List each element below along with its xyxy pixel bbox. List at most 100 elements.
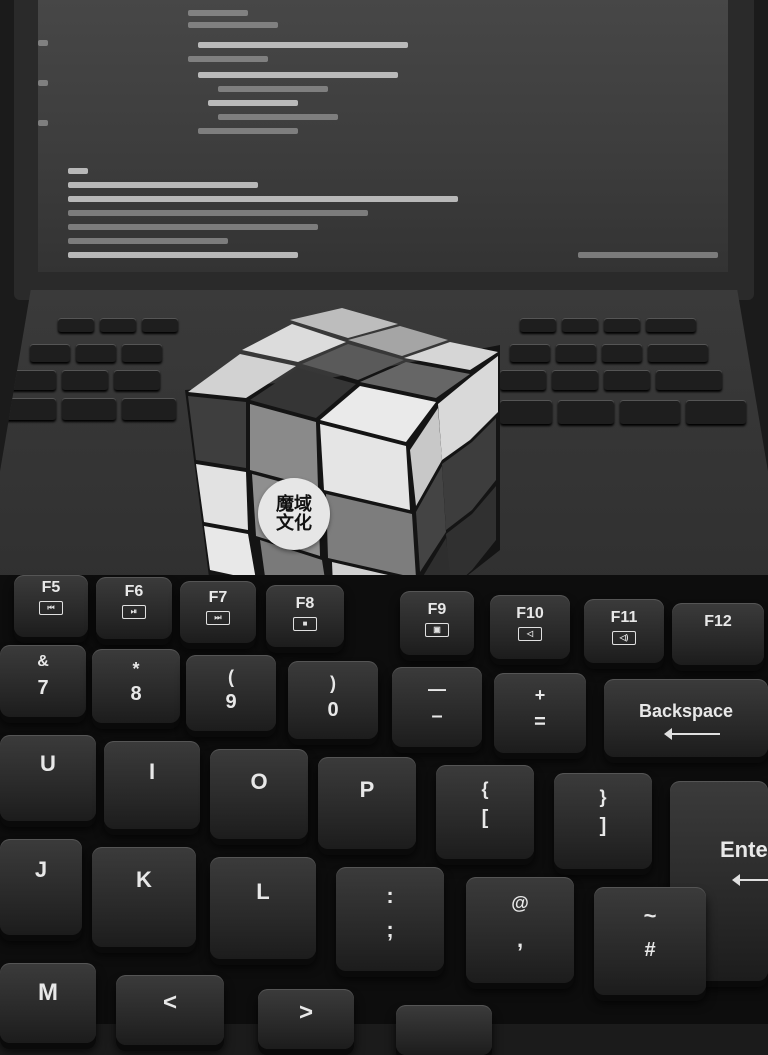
key-p[interactable]: P xyxy=(318,757,416,849)
code-line xyxy=(188,10,248,16)
key-f12-label: F12 xyxy=(704,613,732,630)
code-line xyxy=(38,80,48,86)
laptop-key xyxy=(556,344,596,362)
key-right-bracket-shift: } xyxy=(599,787,607,807)
photo-scene: 魔域 文化 F5 ⏮ F6 ⏯ F7 ⏭ F8 ■ F9 ▣ F10 ◁ F11… xyxy=(0,0,768,1055)
key-0-shift: ) xyxy=(330,673,336,693)
key-f11-label: F11 xyxy=(610,609,638,626)
key-p-label: P xyxy=(359,777,375,802)
key-f12[interactable]: F12 xyxy=(672,603,764,665)
media-icon: ▣ xyxy=(425,623,449,637)
key-9[interactable]: ( 9 xyxy=(186,655,276,731)
laptop-key xyxy=(122,398,176,420)
code-line xyxy=(68,238,228,244)
key-9-main: 9 xyxy=(225,691,237,713)
laptop-screen xyxy=(38,0,728,272)
key-greater-than[interactable]: > xyxy=(258,989,354,1049)
code-line xyxy=(198,72,398,78)
key-minus-main: – xyxy=(431,705,443,727)
laptop-key xyxy=(604,318,640,332)
key-minus[interactable]: — – xyxy=(392,667,482,747)
laptop-key xyxy=(686,400,746,424)
key-l[interactable]: L xyxy=(210,857,316,959)
key-7[interactable]: & 7 xyxy=(0,645,86,717)
laptop-key xyxy=(620,400,680,424)
key-comma-shift: @ xyxy=(511,893,529,913)
laptop-key xyxy=(648,344,708,362)
key-k[interactable]: K xyxy=(92,847,196,947)
code-line xyxy=(68,182,258,188)
key-semicolon-shift: : xyxy=(386,883,394,908)
laptop-key xyxy=(602,344,642,362)
key-f5[interactable]: F5 ⏮ xyxy=(14,575,88,637)
key-hash-shift: ~ xyxy=(643,903,657,928)
code-line xyxy=(68,224,318,230)
code-line xyxy=(218,114,338,120)
key-right-bracket[interactable]: } ] xyxy=(554,773,652,869)
key-f10[interactable]: F10 ◁ xyxy=(490,595,570,659)
key-f7[interactable]: F7 ⏭ xyxy=(180,581,256,643)
code-line xyxy=(198,128,298,134)
key-less-than[interactable]: < xyxy=(116,975,224,1045)
key-8-shift: * xyxy=(132,659,140,679)
key-f11[interactable]: F11 ◁) xyxy=(584,599,664,663)
laptop-key xyxy=(10,370,56,390)
code-line xyxy=(38,40,48,46)
laptop-key xyxy=(604,370,650,390)
key-m[interactable]: M xyxy=(0,963,96,1043)
laptop-key xyxy=(646,318,696,332)
code-line xyxy=(68,196,458,202)
key-semicolon[interactable]: : ; xyxy=(336,867,444,971)
rubiks-cube xyxy=(180,300,510,620)
key-hash[interactable]: ~ # xyxy=(594,887,706,995)
key-less-than-label: < xyxy=(162,989,177,1016)
key-9-shift: ( xyxy=(228,667,234,687)
key-equals-main: = xyxy=(534,711,546,733)
key-right-bracket-main: ] xyxy=(599,815,607,837)
key-partial[interactable] xyxy=(396,1005,492,1055)
key-u[interactable]: U xyxy=(0,735,96,821)
key-f10-label: F10 xyxy=(516,605,544,622)
key-hash-main: # xyxy=(644,939,656,961)
key-f5-label: F5 xyxy=(41,579,61,596)
key-equals-shift: + xyxy=(534,685,546,705)
key-0-main: 0 xyxy=(327,699,339,721)
enter-arrow-icon xyxy=(732,874,768,886)
key-backspace[interactable]: Backspace xyxy=(604,679,768,757)
key-7-shift: & xyxy=(37,653,49,670)
code-line xyxy=(198,42,408,48)
key-comma-main: , xyxy=(516,927,524,952)
prev-track-icon: ⏮ xyxy=(39,601,63,615)
laptop-key xyxy=(76,344,116,362)
key-f8[interactable]: F8 ■ xyxy=(266,585,344,647)
key-u-label: U xyxy=(40,751,56,776)
key-i[interactable]: I xyxy=(104,741,200,829)
key-0[interactable]: ) 0 xyxy=(288,661,378,739)
key-f6[interactable]: F6 ⏯ xyxy=(96,577,172,639)
laptop-key xyxy=(58,318,94,332)
key-f9[interactable]: F9 ▣ xyxy=(400,591,474,655)
cube-logo-center-cap: 魔域 文化 xyxy=(258,478,330,550)
laptop-lid xyxy=(14,0,754,300)
cube-logo-line-2: 文化 xyxy=(276,513,312,534)
laptop-key xyxy=(510,344,550,362)
key-f7-label: F7 xyxy=(208,589,228,606)
key-comma[interactable]: @ , xyxy=(466,877,574,983)
key-left-bracket[interactable]: { [ xyxy=(436,765,534,859)
next-track-icon: ⏭ xyxy=(206,611,230,625)
volume-down-icon: ◁ xyxy=(518,627,542,641)
code-line xyxy=(578,252,718,258)
key-j[interactable]: J xyxy=(0,839,82,935)
code-line xyxy=(218,86,328,92)
key-equals[interactable]: + = xyxy=(494,673,586,753)
key-left-bracket-shift: { xyxy=(481,779,489,799)
key-semicolon-main: ; xyxy=(386,917,394,942)
code-line xyxy=(68,168,88,174)
key-8[interactable]: * 8 xyxy=(92,649,180,723)
key-left-bracket-main: [ xyxy=(481,807,489,829)
laptop-key xyxy=(62,398,116,420)
key-o[interactable]: O xyxy=(210,749,308,839)
laptop-key xyxy=(30,344,70,362)
laptop-key xyxy=(520,318,556,332)
laptop-key xyxy=(562,318,598,332)
